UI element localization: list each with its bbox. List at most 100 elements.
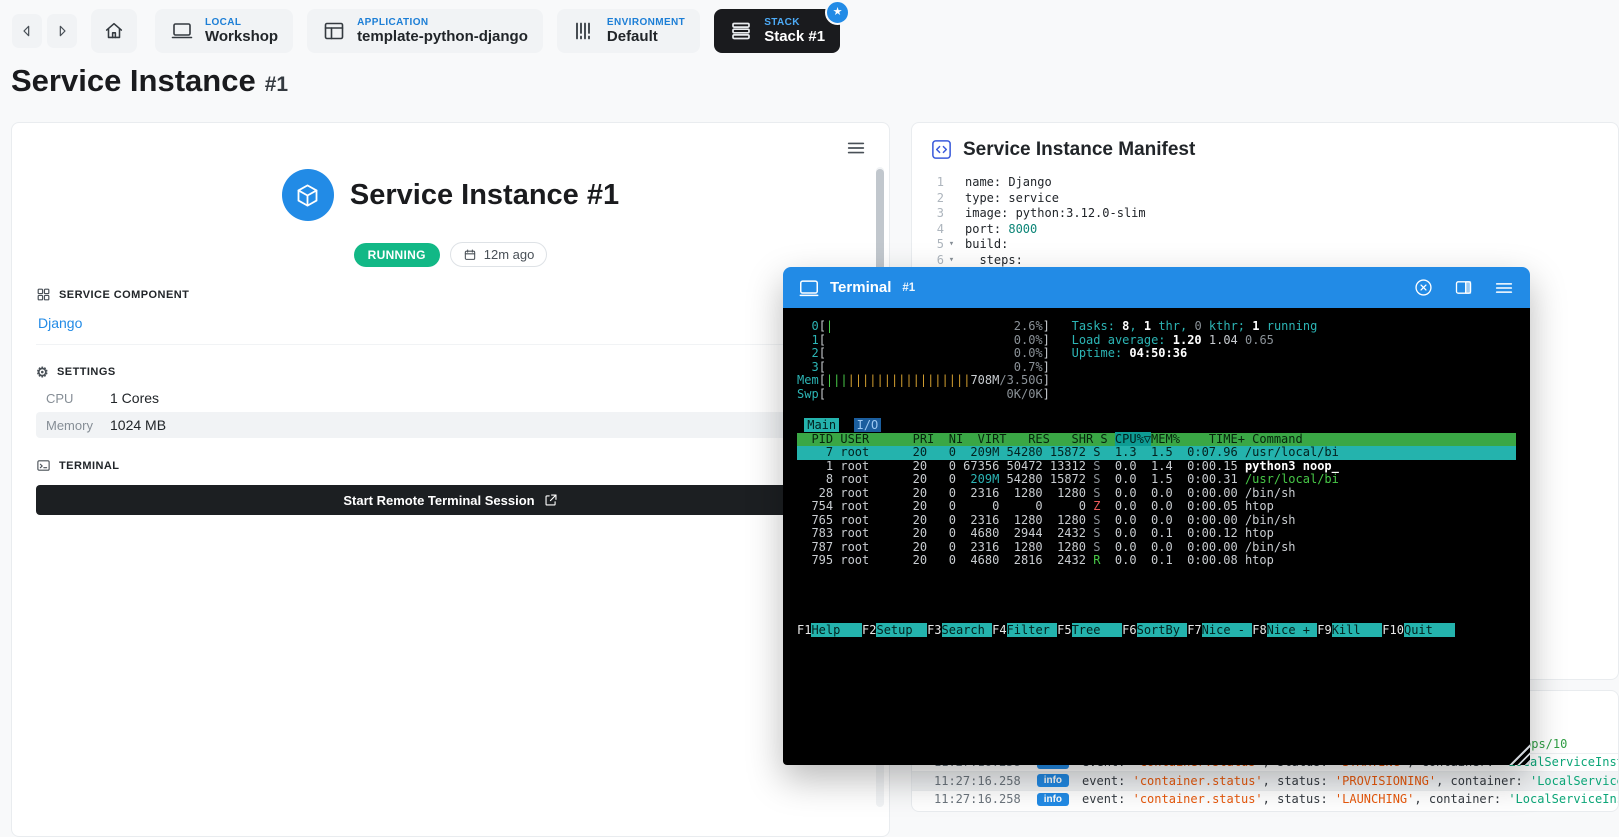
service-component-heading: SERVICE COMPONENT [36, 287, 865, 302]
line-number: 2 [936, 190, 944, 205]
htop-swap-meter: Swp[ 0K/0K] [797, 386, 1050, 401]
htop-process-row: 783 root 20 0 4680 2944 2432 S 0.0 0.1 0… [797, 526, 1274, 540]
top-navigation-bar: LOCAL Workshop APPLICATION template-pyth… [0, 0, 1619, 62]
status-badge: RUNNING [353, 242, 440, 267]
page-title: Service Instance #1 [11, 63, 288, 99]
log-level-badge: info [1036, 774, 1070, 788]
star-badge-icon: ★ [825, 0, 851, 25]
laptop-icon [170, 19, 194, 43]
external-link-icon [544, 493, 558, 507]
htop-cpu3-meter: 3[ 0.7%] [797, 359, 1050, 374]
memory-value: 1024 MB [110, 417, 167, 433]
log-timestamp: 11:27:16.258 [934, 773, 1021, 788]
breadcrumb-kind: ENVIRONMENT [606, 16, 686, 28]
breadcrumb-label: template-python-django [357, 28, 528, 46]
manifest-code: 1 name: Django 2 type: service 3 image: … [912, 171, 1618, 268]
chevron-left-icon [19, 23, 35, 39]
cpu-row: CPU 1 Cores [36, 385, 865, 411]
close-circle-icon[interactable] [1413, 277, 1434, 298]
terminal-title-suffix: #1 [902, 281, 916, 294]
log-overflow-fragment: pps/10 [1524, 737, 1568, 751]
fold-caret-icon[interactable]: ▾ [944, 237, 959, 253]
cube-icon [281, 169, 334, 221]
history-nav [12, 14, 77, 48]
terminal-heading: TERMINAL [36, 458, 865, 473]
card-menu-button[interactable] [845, 137, 867, 159]
home-icon [103, 20, 125, 42]
memory-row: Memory 1024 MB [36, 412, 865, 438]
divider [36, 344, 865, 345]
instance-hero: Service Instance #1 [12, 169, 889, 221]
chevron-right-icon [54, 23, 70, 39]
htop-cpu0-meter: 0[| 2.6%] Tasks: 8, 1 thr, 0 kthr; 1 run… [797, 319, 1318, 333]
manifest-title: Service Instance Manifest [963, 138, 1196, 160]
breadcrumb-local[interactable]: LOCAL Workshop [155, 9, 294, 53]
component-grid-icon [36, 287, 51, 302]
start-remote-terminal-label: Start Remote Terminal Session [343, 492, 535, 508]
age-chip: 12m ago [449, 242, 548, 267]
service-instance-card: Service Instance #1 RUNNING 12m ago SERV… [11, 122, 890, 837]
htop-process-row: 765 root 20 0 2316 1280 1280 S 0.0 0.0 0… [797, 512, 1296, 527]
breadcrumb-label: Default [606, 28, 658, 46]
terminal-window-titlebar[interactable]: Terminal #1 [783, 267, 1530, 308]
settings-heading: ⚙ SETTINGS [36, 365, 865, 379]
manifest-header: Service Instance Manifest [912, 123, 1618, 171]
terminal-menu-icon[interactable] [1493, 277, 1515, 299]
htop-tabs: Main I/O [797, 418, 1516, 433]
terminal-window: Terminal #1 0[| 2.6%] Tasks: 8, 1 thr, 0 … [783, 267, 1530, 765]
code-line: 1 name: Django [912, 175, 1618, 191]
log-message: event: 'container.status', status: 'PROV… [1082, 773, 1618, 788]
nav-forward-button[interactable] [47, 14, 77, 48]
code-text: image: python:3.12.0-slim [965, 206, 1146, 220]
page-title-suffix: #1 [264, 73, 289, 96]
fold-caret-icon[interactable]: ▾ [944, 253, 959, 269]
component-link-django[interactable]: Django [38, 315, 82, 331]
log-level-badge: info [1036, 792, 1070, 806]
htop-process-row: 1 root 20 0 67356 50472 13312 S 0.0 1.4 … [797, 458, 1339, 473]
htop-cpu2-meter: 2[ 0.0%] Uptime: 04:50:36 [797, 346, 1188, 360]
htop-process-row: 795 root 20 0 4680 2816 2432 R 0.0 0.1 0… [797, 553, 1274, 567]
htop-process-row: 8 root 20 0 209M 54280 15872 S 0.0 1.5 0… [797, 472, 1339, 486]
home-button[interactable] [91, 9, 137, 53]
code-line: 4 port: 8000 [912, 222, 1618, 238]
code-text: build: [965, 237, 1009, 251]
line-number: 4 [936, 221, 944, 236]
line-number: 5 [936, 237, 944, 251]
environment-bars-icon [572, 19, 596, 43]
code-line: 3 image: python:3.12.0-slim [912, 206, 1618, 222]
code-line: 6 ▾ steps: [912, 253, 1618, 269]
code-text: steps: [965, 252, 1023, 267]
code-icon [930, 138, 953, 161]
log-row: 11:27:16.258 info event: 'container.stat… [912, 771, 1618, 790]
line-number: 6 [936, 252, 944, 267]
htop-process-row-selected: 7 root 20 0 209M 54280 15872 S 1.3 1.5 0… [797, 445, 1516, 460]
code-text: name: Django [965, 175, 1052, 189]
htop-process-row: 28 root 20 0 2316 1280 1280 S 0.0 0.0 0:… [797, 485, 1296, 500]
cpu-value: 1 Cores [110, 390, 160, 406]
code-text: port: 8000 [965, 221, 1038, 236]
page-title-text: Service Instance [11, 63, 256, 98]
breadcrumb-application[interactable]: APPLICATION template-python-django [307, 9, 543, 53]
code-line: 5 ▾ build: [912, 237, 1618, 253]
log-message: event: 'container.status', status: 'LAUN… [1082, 792, 1618, 807]
log-row: 11:27:16.258 info event: 'container.stat… [912, 789, 1618, 809]
log-timestamp: 11:27:16.258 [934, 792, 1021, 807]
line-number: 1 [936, 175, 944, 189]
service-component-heading-text: SERVICE COMPONENT [59, 288, 190, 301]
breadcrumb-kind: STACK [764, 16, 800, 28]
start-remote-terminal-button[interactable]: Start Remote Terminal Session [36, 485, 865, 515]
terminal-title: Terminal [830, 279, 892, 296]
terminal-icon [798, 277, 820, 299]
split-panel-icon[interactable] [1453, 277, 1474, 298]
code-line: 2 type: service [912, 191, 1618, 207]
breadcrumb-environment[interactable]: ENVIRONMENT Default [556, 9, 701, 53]
terminal-screen[interactable]: 0[| 2.6%] Tasks: 8, 1 thr, 0 kthr; 1 run… [783, 308, 1530, 765]
breadcrumb-kind: LOCAL [205, 16, 242, 28]
htop-process-row: 787 root 20 0 2316 1280 1280 S 0.0 0.0 0… [797, 539, 1296, 554]
gear-icon: ⚙ [36, 364, 50, 380]
memory-label: Memory [46, 417, 93, 433]
breadcrumb-stack[interactable]: STACK Stack #1 ★ [714, 0, 851, 53]
breadcrumb-label: Stack #1 [764, 28, 826, 46]
nav-back-button[interactable] [12, 14, 42, 48]
window-resize-handle[interactable] [1508, 743, 1530, 765]
